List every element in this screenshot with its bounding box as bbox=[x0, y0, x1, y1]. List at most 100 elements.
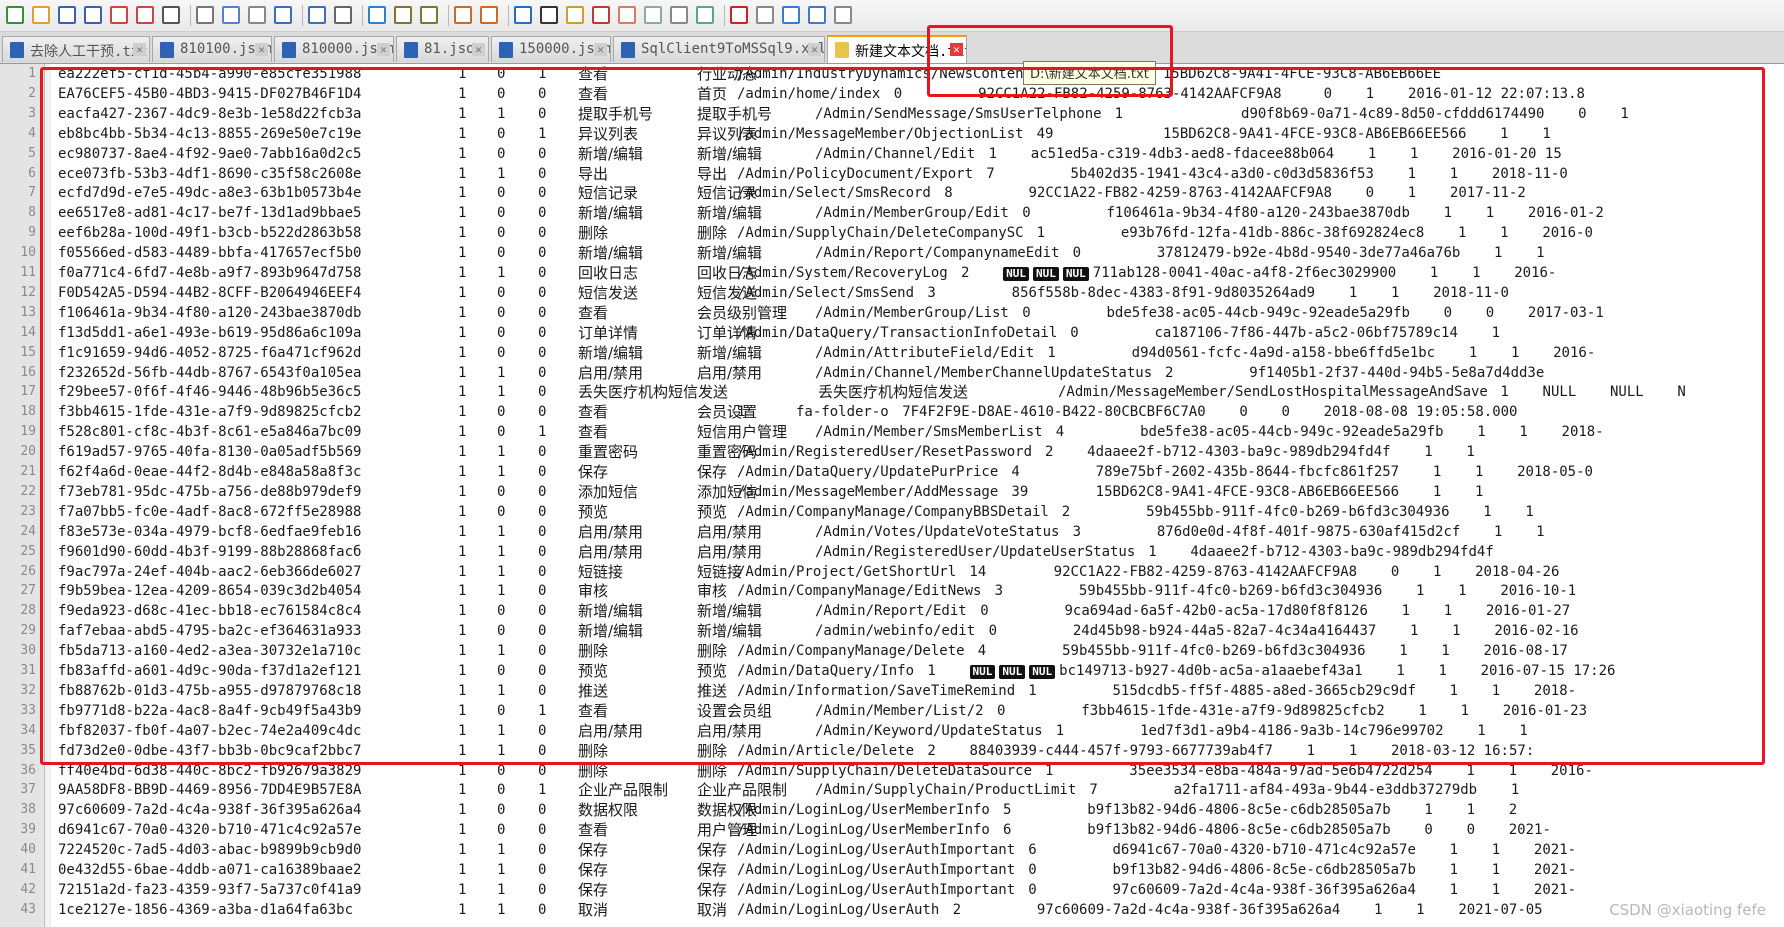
monitoring-icon[interactable] bbox=[696, 6, 714, 24]
col-rest: 7 a2fa1711-af84-493a-9b44-e3ddb37279db 1 bbox=[1089, 782, 1519, 798]
line-number: 24 bbox=[20, 523, 36, 539]
show-all-chars-icon[interactable] bbox=[540, 6, 558, 24]
sync-vertical-icon[interactable] bbox=[454, 6, 472, 24]
tab-4[interactable]: 81.json ✕ bbox=[396, 36, 489, 62]
editor-line[interactable]: 40 7224520c-7ad5-4d03-abac-b9899b9cb9d0 1 1… bbox=[0, 840, 1784, 860]
col-flag-1: 1 bbox=[458, 822, 467, 839]
col-flag-2: 1 bbox=[497, 862, 506, 878]
record-macro-icon[interactable] bbox=[730, 6, 748, 24]
copy-icon[interactable] bbox=[222, 6, 240, 24]
find-icon[interactable] bbox=[334, 6, 352, 24]
col-flag-3: 0 bbox=[538, 842, 547, 859]
paste-icon[interactable] bbox=[248, 6, 266, 24]
save-macro-icon[interactable] bbox=[834, 6, 852, 24]
tab-label: 去除人工干预.txt bbox=[30, 44, 148, 60]
new-file-icon[interactable] bbox=[6, 6, 24, 24]
print-icon[interactable] bbox=[162, 6, 180, 24]
col-flag-3: 1 bbox=[538, 782, 547, 799]
line-number: 26 bbox=[20, 563, 36, 579]
editor-line[interactable]: 41 0e432d55-6bae-4ddb-a071-ca16389baae2 1 1… bbox=[0, 860, 1784, 880]
indent-guide-icon[interactable] bbox=[566, 6, 584, 24]
col-id: 0e432d55-6bae-4ddb-a071-ca16389baae2 bbox=[58, 862, 362, 878]
line-number: 38 bbox=[20, 802, 36, 818]
line-number: 13 bbox=[20, 304, 36, 320]
file-icon bbox=[621, 42, 635, 58]
col-name: 企业产品限制 bbox=[697, 781, 788, 800]
word-wrap-icon[interactable] bbox=[514, 6, 532, 24]
play-multiple-icon[interactable] bbox=[808, 6, 826, 24]
col-url: /Admin/LoginLog/UserMemberInfo bbox=[737, 822, 990, 839]
close-icon[interactable]: ✕ bbox=[255, 43, 268, 56]
col-flag-3: 0 bbox=[538, 822, 547, 839]
tab-1[interactable]: 去除人工干预.txt ✕ bbox=[2, 36, 150, 62]
save-icon[interactable] bbox=[58, 6, 76, 24]
sync-horizontal-icon[interactable] bbox=[480, 6, 498, 24]
close-icon[interactable]: ✕ bbox=[133, 43, 146, 56]
tab-3[interactable]: 810000.json ✕ bbox=[274, 36, 394, 62]
tab-2[interactable]: 810100.json ✕ bbox=[152, 36, 272, 62]
watermark: CSDN @xiaoting fefe bbox=[1609, 901, 1766, 919]
line-number: 23 bbox=[20, 503, 36, 519]
col-action: 查看 bbox=[578, 821, 609, 840]
cut-icon[interactable] bbox=[196, 6, 214, 24]
line-number: 16 bbox=[20, 364, 36, 380]
col-flag-2: 1 bbox=[497, 901, 506, 918]
line-number: 21 bbox=[20, 464, 36, 479]
undo-icon[interactable] bbox=[274, 6, 292, 24]
col-flag-1: 1 bbox=[458, 802, 467, 819]
close-icon[interactable]: ✕ bbox=[472, 43, 485, 56]
replace-icon[interactable] bbox=[368, 6, 386, 24]
line-number: 43 bbox=[20, 901, 36, 917]
editor-line[interactable]: 37 9AA58DF8-BB9D-4469-8956-7DD4E9B57E8A 1 0… bbox=[0, 780, 1784, 800]
toolbar-separator bbox=[448, 5, 449, 26]
col-rest: 0 97c60609-7a2d-4c4a-938f-36f395a626a4 1… bbox=[1028, 882, 1576, 898]
udl-icon[interactable] bbox=[592, 6, 610, 24]
tab-5[interactable]: 150000.json ✕ bbox=[491, 36, 611, 62]
line-number: 28 bbox=[20, 603, 36, 619]
editor-line[interactable]: 38 97c60609-7a2d-4c4a-938f-36f395a626a4 1 0… bbox=[0, 800, 1784, 820]
close-icon[interactable]: ✕ bbox=[377, 43, 390, 56]
line-number: 37 bbox=[20, 782, 36, 798]
col-flag-1: 1 bbox=[458, 842, 467, 859]
col-rest: 0 b9f13b82-94d6-4806-8c5e-c6db28505a7b 1… bbox=[1028, 862, 1576, 878]
line-number: 30 bbox=[20, 643, 36, 659]
close-icon[interactable]: ✕ bbox=[808, 43, 821, 56]
line-number: 27 bbox=[20, 583, 36, 599]
toolbar-separator bbox=[362, 5, 363, 26]
col-id: 9AA58DF8-BB9D-4469-8956-7DD4E9B57E8A bbox=[58, 782, 362, 799]
col-action: 数据权限 bbox=[578, 801, 639, 820]
close-all-icon[interactable] bbox=[136, 6, 154, 24]
zoom-in-icon[interactable] bbox=[394, 6, 412, 24]
line-number: 9 bbox=[28, 225, 36, 241]
function-list-icon[interactable] bbox=[644, 6, 662, 24]
col-flag-2: 0 bbox=[497, 822, 506, 839]
line-number: 32 bbox=[20, 682, 36, 698]
play-macro-icon[interactable] bbox=[782, 6, 800, 24]
redo-icon[interactable] bbox=[308, 6, 326, 24]
editor-line[interactable]: 43 1ce2127e-1856-4369-a3ba-d1a64fa63bc 1 1 0… bbox=[0, 900, 1784, 920]
editor-line[interactable]: 42 72151a2d-fa23-4359-93f7-5a737c0f41a9 1 1… bbox=[0, 880, 1784, 900]
save-all-icon[interactable] bbox=[84, 6, 102, 24]
col-name: 保存 bbox=[697, 880, 728, 899]
line-number: 29 bbox=[20, 623, 36, 639]
close-icon[interactable] bbox=[110, 6, 128, 24]
toolbar-separator bbox=[302, 5, 303, 26]
file-icon bbox=[282, 42, 296, 58]
col-id: 97c60609-7a2d-4c4a-938f-36f395a626a4 bbox=[58, 802, 362, 819]
col-id: 1ce2127e-1856-4369-a3ba-d1a64fa63bc bbox=[58, 901, 354, 918]
toolbar-separator bbox=[508, 5, 509, 26]
col-flag-3: 0 bbox=[538, 862, 547, 878]
col-rest-text: 6 d6941c67-70a0-4320-b710-471c4c92a57e 1… bbox=[1028, 842, 1577, 859]
col-flag-1: 1 bbox=[458, 881, 467, 898]
col-rest: 6 b9f13b82-94d6-4806-8c5e-c6db28505a7b 0… bbox=[1003, 822, 1551, 838]
doc-map-icon[interactable] bbox=[618, 6, 636, 24]
zoom-out-icon[interactable] bbox=[420, 6, 438, 24]
close-icon[interactable]: ✕ bbox=[594, 43, 607, 56]
open-file-icon[interactable] bbox=[32, 6, 50, 24]
col-rest: 6 d6941c67-70a0-4320-b710-471c4c92a57e 1… bbox=[1028, 842, 1576, 858]
tab-6[interactable]: SqlClient9ToMSSql9.xml ✕ bbox=[613, 36, 825, 62]
folder-workspace-icon[interactable] bbox=[670, 6, 688, 24]
editor-line[interactable]: 39 d6941c67-70a0-4320-b710-471c4c92a57e 1 0… bbox=[0, 820, 1784, 840]
col-url: /Admin/LoginLog/UserMemberInfo bbox=[737, 802, 990, 819]
stop-record-icon[interactable] bbox=[756, 6, 774, 24]
